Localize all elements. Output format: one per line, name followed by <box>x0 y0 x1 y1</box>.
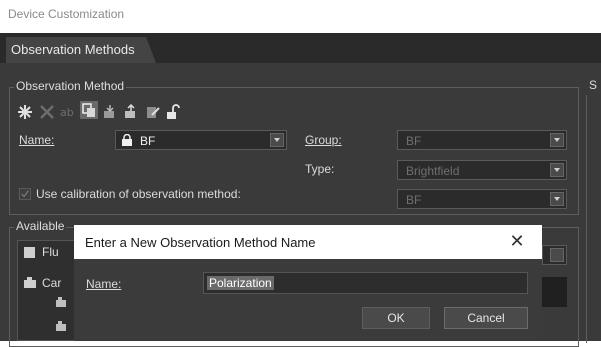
background-panel <box>542 277 567 307</box>
export-icon[interactable] <box>122 103 140 121</box>
calibration-select[interactable]: BF <box>397 189 567 209</box>
group-select-value: BF <box>406 134 422 148</box>
window-title: Device Customization <box>8 7 125 21</box>
edit-icon[interactable] <box>144 103 162 121</box>
type-label: Type: <box>305 162 335 176</box>
device-icon <box>56 296 66 307</box>
cancel-button[interactable]: Cancel <box>444 307 528 329</box>
right-panel-title: S <box>589 78 598 92</box>
chevron-down-icon <box>550 248 564 262</box>
available-legend: Available <box>14 219 67 233</box>
chevron-down-icon <box>270 133 284 147</box>
calibration-checkbox[interactable] <box>19 188 31 200</box>
name-label: Name: <box>19 133 55 147</box>
type-select-value: Brightfield <box>406 164 460 178</box>
rename-ab-icon[interactable]: ab <box>58 103 76 121</box>
close-icon[interactable]: ✕ <box>507 231 527 251</box>
dialog-name-value: Polarization <box>207 276 274 290</box>
calibration-label: Use calibration of observation method: <box>36 187 241 201</box>
group-label: Group: <box>305 133 342 147</box>
tab-observation-methods[interactable]: Observation Methods <box>6 37 156 63</box>
background-select[interactable] <box>542 245 567 265</box>
observation-method-legend: Observation Method <box>14 79 127 93</box>
name-select[interactable]: BF <box>115 130 287 150</box>
right-panel: S <box>584 70 601 343</box>
ok-button[interactable]: OK <box>362 307 430 329</box>
name-select-value: BF <box>140 134 156 148</box>
device-icon <box>56 320 66 331</box>
group-select[interactable]: BF <box>397 130 567 150</box>
chevron-down-icon <box>550 192 564 206</box>
unlock-icon[interactable] <box>164 103 182 121</box>
available-item-car[interactable]: Car <box>42 276 61 290</box>
available-item-flu[interactable]: Flu <box>42 245 59 259</box>
type-select[interactable]: Brightfield <box>397 160 567 180</box>
lock-icon <box>121 133 133 146</box>
import-icon[interactable] <box>101 103 119 121</box>
dialog-title: Enter a New Observation Method Name <box>85 235 316 250</box>
dialog-name-input[interactable]: Polarization <box>203 272 528 294</box>
copy-icon[interactable] <box>80 101 98 119</box>
delete-x-icon[interactable] <box>38 103 56 121</box>
chevron-down-icon <box>550 163 564 177</box>
right-panel-border <box>586 95 601 343</box>
camera-icon <box>24 277 36 288</box>
filter-cube-icon <box>24 247 35 258</box>
svg-text:ab: ab <box>60 106 74 119</box>
chevron-down-icon <box>550 133 564 147</box>
calibration-select-value: BF <box>406 193 422 207</box>
dialog-name-label: Name: <box>86 277 122 291</box>
new-star-icon[interactable] <box>16 103 34 121</box>
